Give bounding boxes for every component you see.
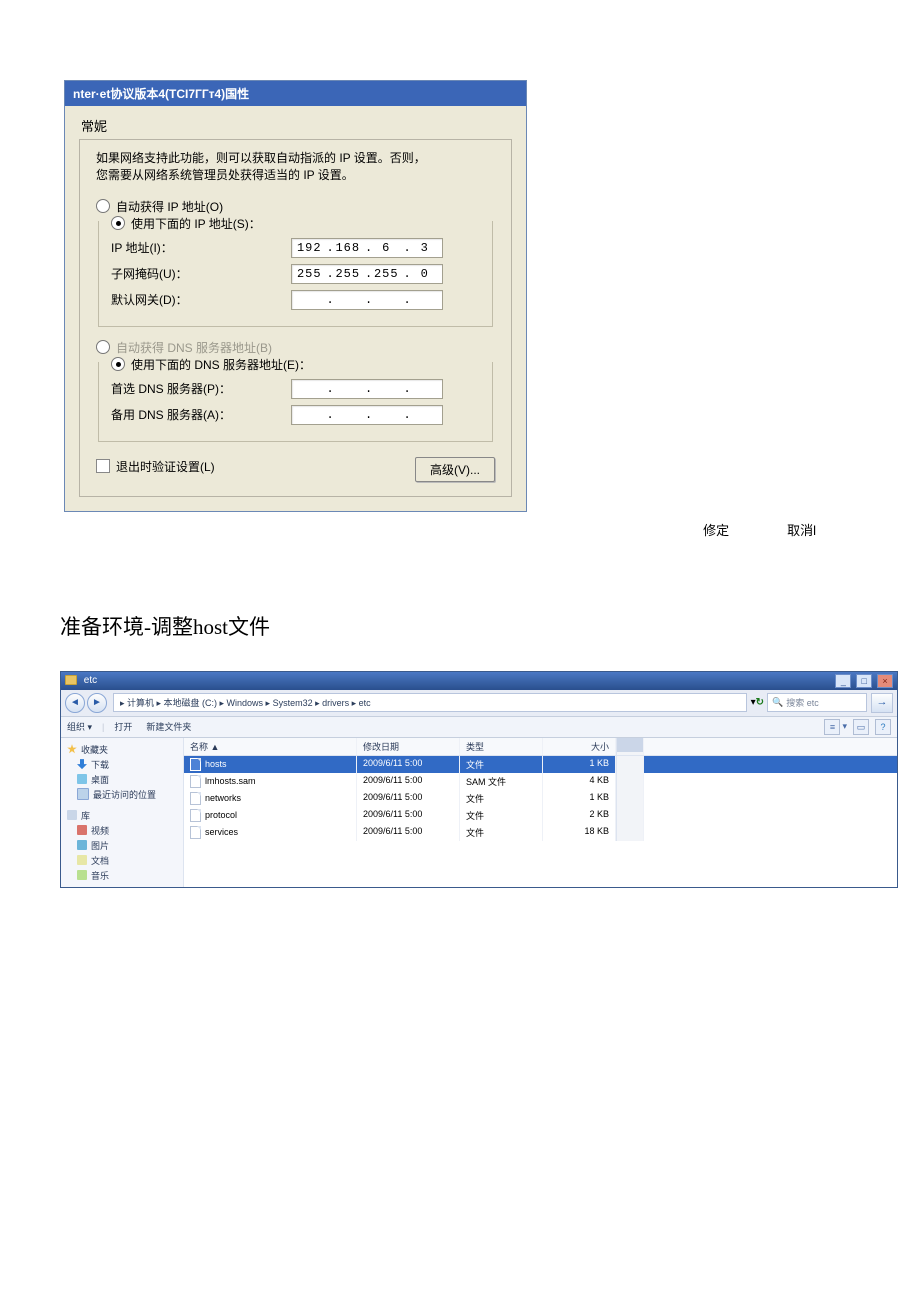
sidebar-item-pictures[interactable]: 图片 [91,839,109,852]
file-list: 名称 ▲ 修改日期 类型 大小 hosts2009/6/11 5:00文件1 K… [184,738,897,887]
sidebar-favorites-header[interactable]: 收藏夹 [81,743,108,756]
close-button[interactable]: × [877,674,893,688]
file-icon [190,792,201,805]
forward-button[interactable]: ► [87,693,107,713]
breadcrumb[interactable]: ▸ 计算机 ▸ 本地磁盘 (C:) ▸ Windows ▸ System32 ▸… [113,693,747,712]
preferred-dns-input[interactable]: . . . [291,379,443,399]
alternate-dns-input[interactable]: . . . [291,405,443,425]
radio-auto-ip-label: 自动获得 IP 地址(O) [116,198,495,215]
file-row[interactable]: networks2009/6/11 5:00文件1 KB [184,790,897,807]
file-row[interactable]: protocol2009/6/11 5:00文件2 KB [184,807,897,824]
file-icon [190,775,201,788]
checkbox-validate-label: 退出时验证设置(L) [116,458,215,475]
radio-manual-ip[interactable] [111,216,125,230]
sidebar-item-downloads[interactable]: 下载 [91,758,109,771]
advanced-button[interactable]: 高级(V)... [415,457,495,482]
explorer-window: etc _ □ × ◄ ► ▸ 计算机 ▸ 本地磁盘 (C:) ▸ Window… [60,671,898,888]
file-icon [190,826,201,839]
checkbox-validate-on-exit[interactable] [96,459,110,473]
sidebar-item-music[interactable]: 音乐 [91,869,109,882]
back-button[interactable]: ◄ [65,693,85,713]
dialog-title: nter·et协议版本4(TCI7ГГт4)国性 [65,81,526,106]
file-row[interactable]: hosts2009/6/11 5:00文件1 KB [184,756,897,773]
sidebar-item-recent[interactable]: 最近访问的位置 [93,788,156,801]
minimize-button[interactable]: _ [835,674,851,688]
music-icon [77,870,87,880]
column-header-date[interactable]: 修改日期 [357,738,460,755]
explorer-sidebar: 收藏夹 下载 桌面 最近访问的位置 库 视频 图片 文档 音乐 [61,738,184,887]
view-button[interactable]: ≡ [824,719,840,735]
tab-general[interactable]: 常妮 [79,112,512,137]
column-header-size[interactable]: 大小 [543,738,616,755]
video-icon [77,825,87,835]
radio-manual-dns[interactable] [111,357,125,371]
label-ip: IP 地址(I)： [111,239,291,256]
file-icon [190,809,201,822]
search-icon: 🔍 [772,697,783,708]
label-mask: 子网掩码(U)： [111,265,291,282]
column-header-name[interactable]: 名称 ▲ [184,738,357,755]
toolbar-organize[interactable]: 组织 ▾ [67,720,92,733]
toolbar-open[interactable]: 打开 [114,720,132,733]
section-heading: 准备环境-调整host文件 [60,611,860,641]
label-alternate-dns: 备用 DNS 服务器(A)： [111,406,291,423]
radio-auto-ip[interactable] [96,199,110,213]
picture-icon [77,840,87,850]
cancel-button[interactable]: 取消l [783,518,820,541]
tcpip-properties-dialog: nter·et协议版本4(TCI7ГГт4)国性 常妮 如果网络支持此功能，则可… [64,80,527,512]
desktop-icon [77,774,87,784]
sidebar-item-videos[interactable]: 视频 [91,824,109,837]
download-icon [77,759,87,769]
document-icon [77,855,87,865]
radio-auto-dns-label: 自动获得 DNS 服务器地址(B) [116,339,495,356]
maximize-button[interactable]: □ [856,674,872,688]
sidebar-item-desktop[interactable]: 桌面 [91,773,109,786]
ip-address-input[interactable]: 192. 168. 6. 3 [291,238,443,258]
subnet-mask-input[interactable]: 255. 255. 255. 0 [291,264,443,284]
toolbar-new-folder[interactable]: 新建文件夹 [146,720,191,733]
default-gateway-input[interactable]: . . . [291,290,443,310]
help-button[interactable]: ? [875,719,891,735]
search-input[interactable]: 🔍 搜索 etc [767,693,867,712]
radio-auto-dns [96,340,110,354]
sidebar-libraries-header[interactable]: 库 [81,809,90,822]
label-preferred-dns: 首选 DNS 服务器(P)： [111,380,291,397]
label-gateway: 默认网关(D)： [111,291,291,308]
sidebar-item-documents[interactable]: 文档 [91,854,109,867]
dialog-description: 如果网络支持此功能，则可以获取自动指派的 IP 设置。否则， 您需要从网络系统管… [96,150,495,184]
file-row[interactable]: lmhosts.sam2009/6/11 5:00SAM 文件4 KB [184,773,897,790]
star-icon [67,744,77,754]
refresh-icon[interactable]: ↻ [756,697,764,708]
file-row[interactable]: services2009/6/11 5:00文件18 KB [184,824,897,841]
explorer-window-title: etc [65,675,97,686]
library-icon [67,810,77,820]
recent-icon [77,788,89,800]
preview-pane-button[interactable]: ▭ [853,719,869,735]
ok-button[interactable]: 修定 [699,518,733,541]
search-go-button[interactable]: → [871,693,893,713]
column-header-type[interactable]: 类型 [460,738,543,755]
file-icon [190,758,201,771]
radio-manual-dns-label: 使用下面的 DNS 服务器地址(E)： [131,356,480,373]
radio-manual-ip-label: 使用下面的 IP 地址(S)： [131,215,480,232]
scrollbar-thumb[interactable] [617,738,643,752]
folder-icon [65,675,77,685]
